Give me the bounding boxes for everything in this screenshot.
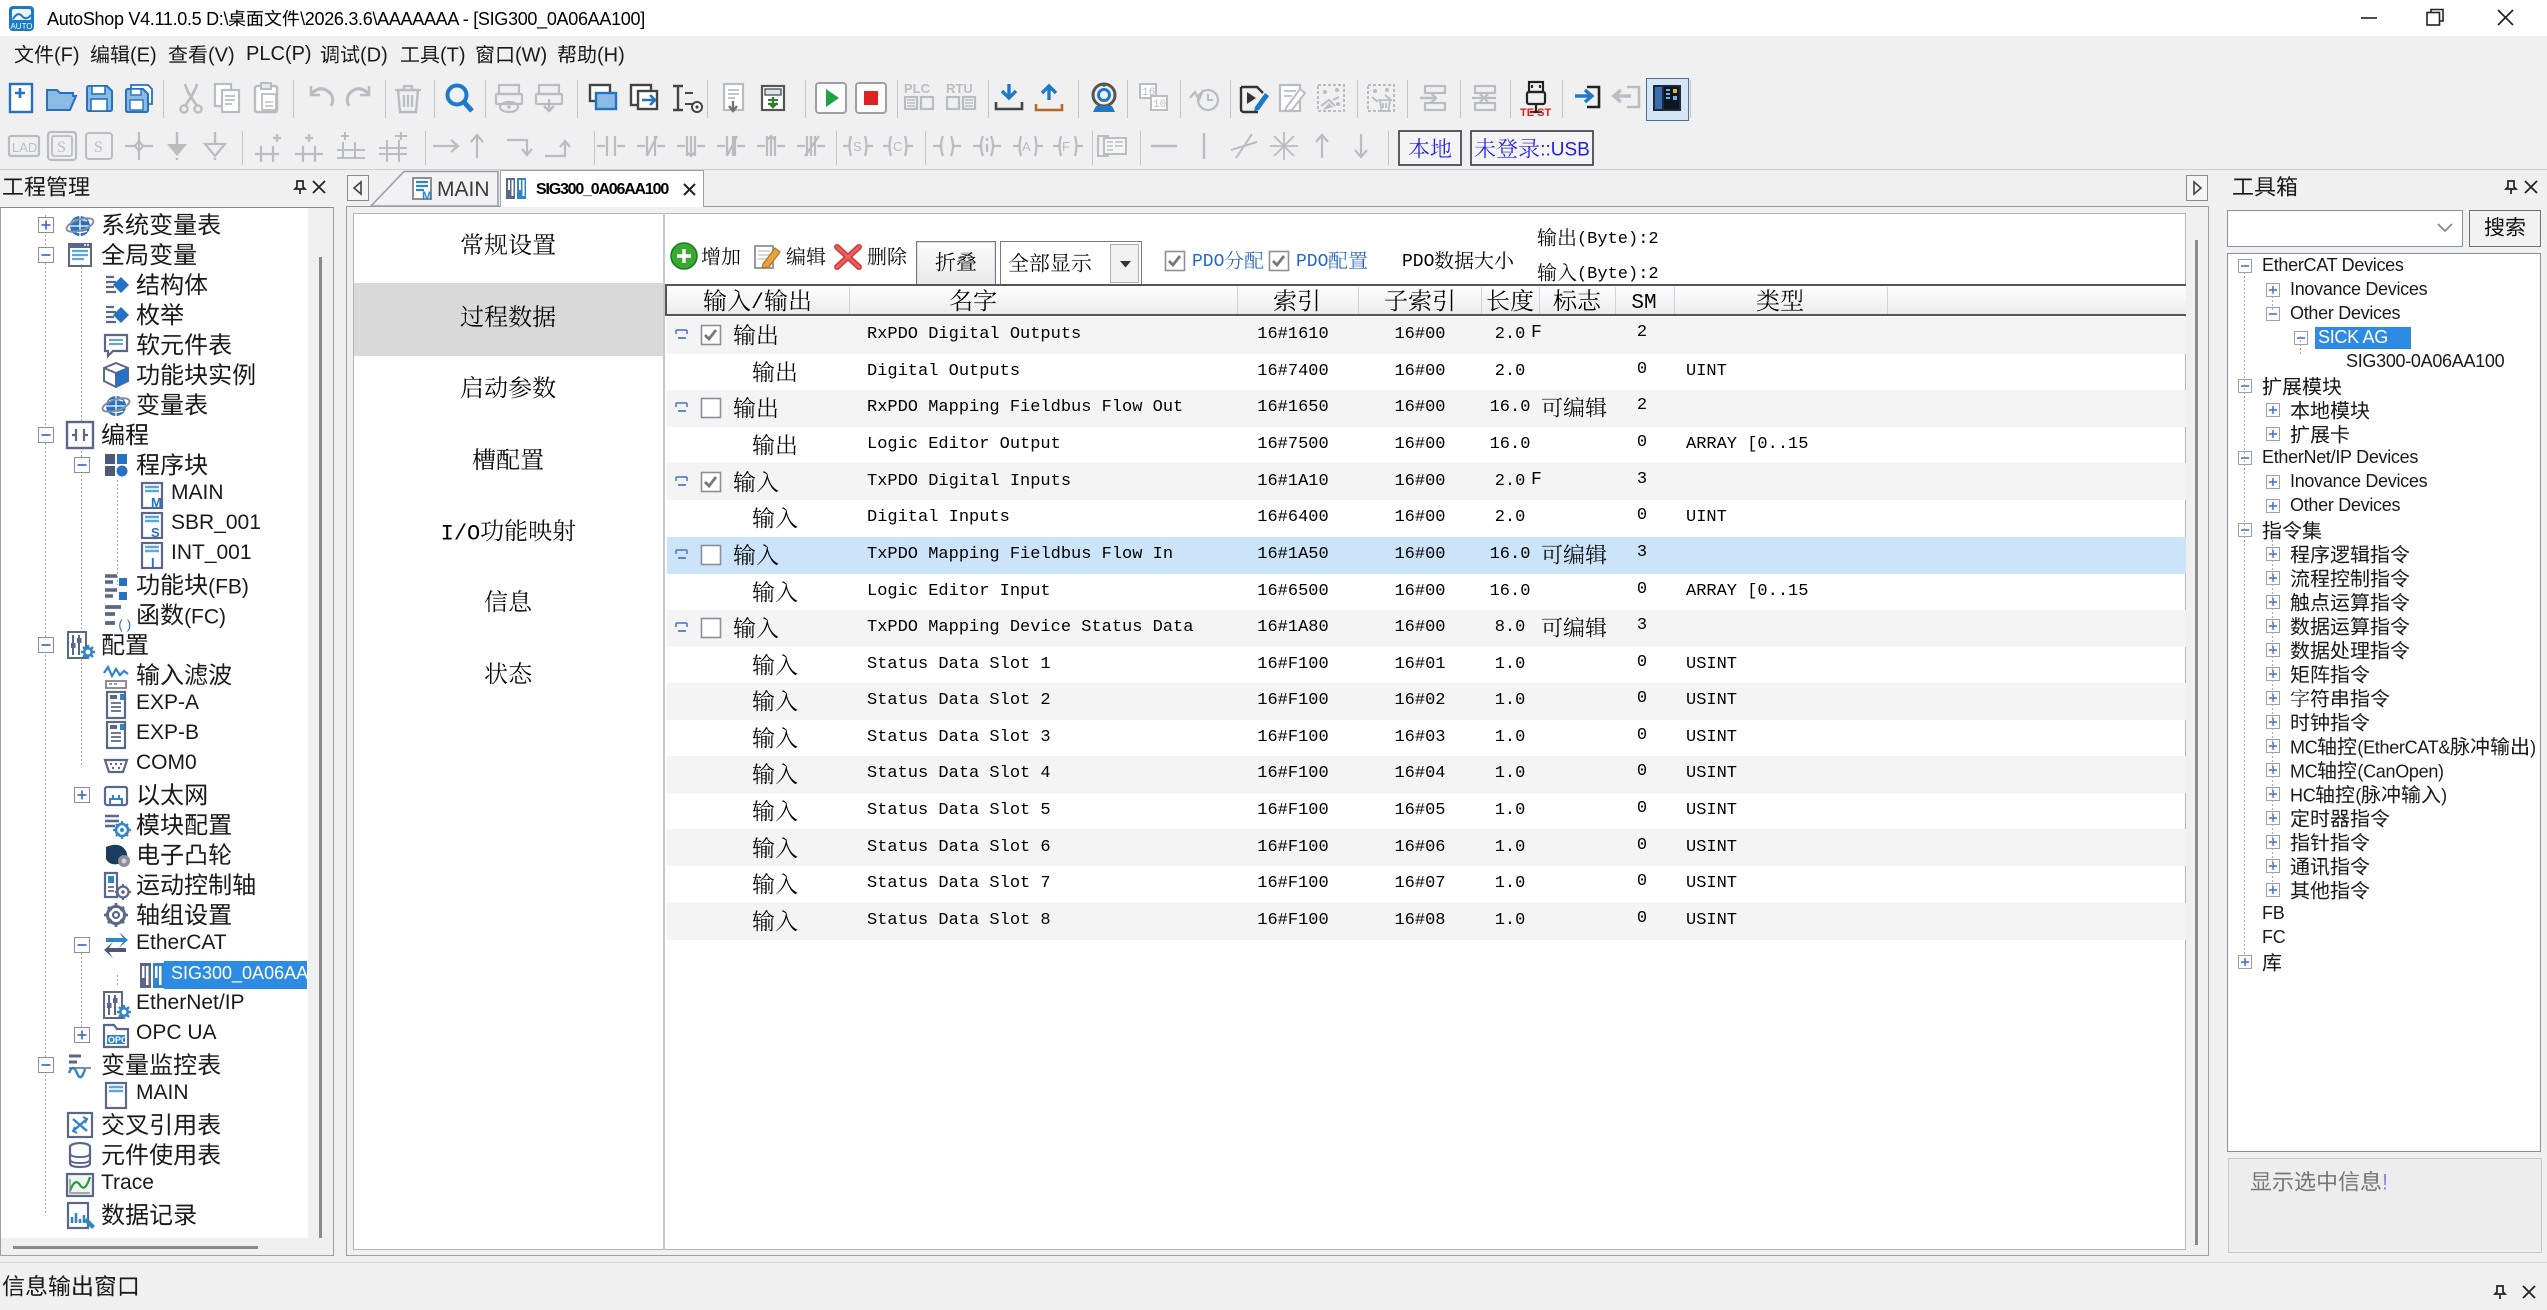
svg-text:C: C	[893, 139, 902, 154]
svg-text:PLC: PLC	[904, 81, 931, 96]
svg-text:TE ST: TE ST	[1520, 107, 1551, 119]
svg-text:S: S	[57, 139, 66, 156]
svg-text:S: S	[151, 525, 160, 540]
svg-text:RTU: RTU	[946, 81, 973, 96]
svg-text:S: S	[853, 139, 862, 154]
svg-text:(): ()	[117, 618, 133, 633]
svg-text:F: F	[1062, 139, 1070, 154]
svg-text:10: 10	[1153, 99, 1166, 111]
svg-text:A: A	[1022, 139, 1031, 154]
svg-text:I: I	[151, 555, 155, 570]
svg-text:LAD: LAD	[12, 140, 37, 155]
svg-text:AUTO: AUTO	[10, 22, 32, 31]
svg-text:M: M	[151, 495, 162, 510]
svg-text:S: S	[94, 139, 103, 156]
svg-text:M: M	[422, 189, 432, 203]
svg-text:OPC: OPC	[108, 1035, 128, 1045]
